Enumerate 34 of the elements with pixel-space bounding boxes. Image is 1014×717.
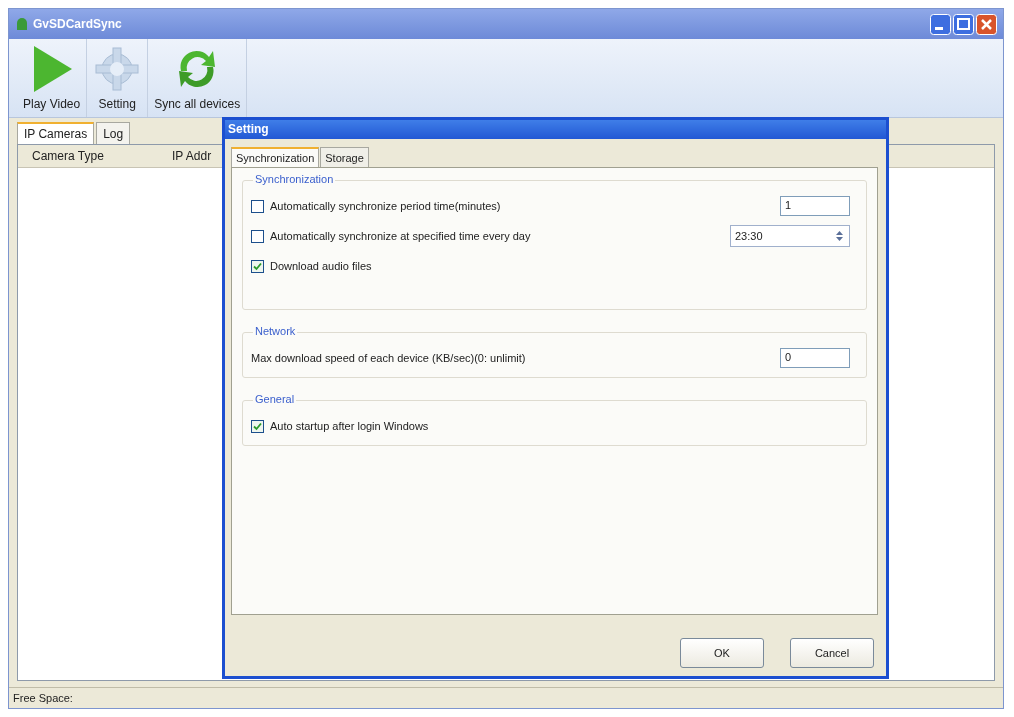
status-text: Free Space: bbox=[13, 692, 73, 704]
minimize-icon[interactable] bbox=[930, 13, 951, 35]
checkbox[interactable] bbox=[251, 229, 264, 243]
tab[interactable]: Log bbox=[96, 122, 131, 144]
checkbox[interactable] bbox=[251, 259, 264, 273]
ok-button[interactable]: OK bbox=[680, 638, 764, 668]
tab[interactable]: IP Cameras bbox=[17, 122, 95, 144]
checkbox-label: Download audio files bbox=[270, 260, 372, 272]
column-header[interactable]: Camera Type bbox=[18, 149, 158, 163]
dialog-title: Setting bbox=[225, 120, 886, 139]
tab[interactable]: Synchronization bbox=[231, 147, 320, 167]
group-legend: Synchronization bbox=[253, 173, 336, 185]
checkbox-label: Auto startup after login Windows bbox=[270, 420, 429, 432]
cancel-button[interactable]: Cancel bbox=[790, 638, 874, 668]
input-field[interactable]: 0 bbox=[780, 348, 850, 368]
checkbox[interactable] bbox=[251, 419, 264, 433]
field-label: Max download speed of each device (KB/sec)(0: unlimit) bbox=[251, 352, 526, 364]
checkbox-label: Automatically synchronize at specified time every day bbox=[270, 230, 531, 242]
toolbar-button[interactable]: Play Video bbox=[17, 39, 88, 117]
group-legend: Network bbox=[253, 325, 298, 337]
app-icon bbox=[15, 17, 29, 31]
toolbar-button[interactable]: Sync all devices bbox=[148, 39, 248, 117]
toolbar-button[interactable]: Setting bbox=[87, 39, 149, 117]
input-field[interactable]: 1 bbox=[780, 196, 850, 216]
time-spinner[interactable]: 23:30 bbox=[730, 225, 850, 247]
checkbox[interactable] bbox=[251, 199, 264, 213]
group-legend: General bbox=[253, 393, 297, 405]
window-title: GvSDCardSync bbox=[33, 17, 122, 31]
maximize-icon[interactable] bbox=[953, 13, 974, 35]
tab[interactable]: Storage bbox=[320, 147, 369, 167]
close-icon[interactable] bbox=[976, 13, 997, 35]
checkbox-label: Automatically synchronize period time(minutes) bbox=[270, 200, 501, 212]
time-value: 23:30 bbox=[735, 230, 763, 242]
spinner-icon[interactable] bbox=[834, 229, 845, 243]
